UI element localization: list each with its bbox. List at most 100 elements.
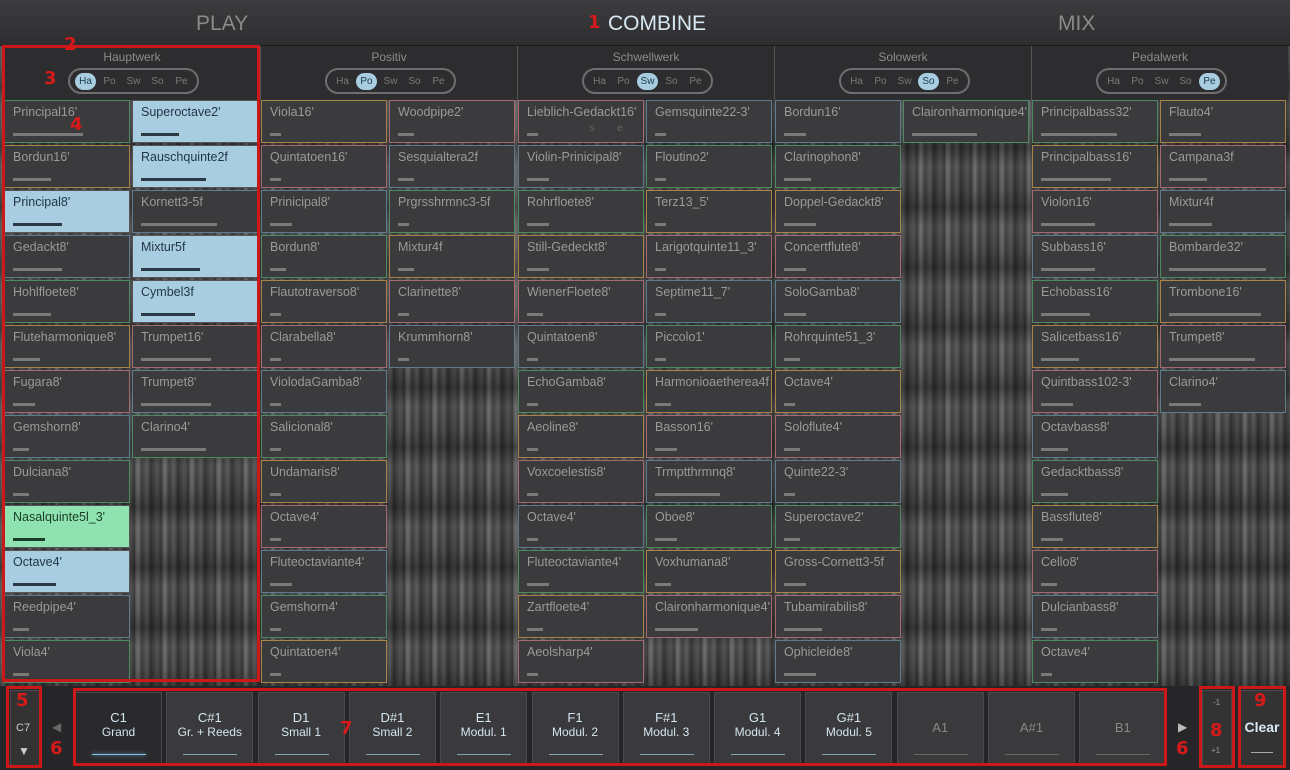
stop-button[interactable]: Octave4': [261, 505, 387, 548]
stop-button[interactable]: Viola16': [261, 100, 387, 143]
stop-button[interactable]: Tubamirabilis8': [775, 595, 901, 638]
stop-button[interactable]: WienerFloete8': [518, 280, 644, 323]
stop-button[interactable]: Larigotquinte11_3': [646, 235, 772, 278]
stop-button[interactable]: Aeoline8': [518, 415, 644, 458]
stop-button[interactable]: Dulcianbass8': [1032, 595, 1158, 638]
stop-button[interactable]: Clarabella8': [261, 325, 387, 368]
stop-button[interactable]: Trmptthrmnq8': [646, 460, 772, 503]
channel-pe[interactable]: Pe: [428, 73, 449, 90]
stop-button[interactable]: Still-Gedeckt8': [518, 235, 644, 278]
channel-po[interactable]: Po: [1127, 73, 1148, 90]
stop-button[interactable]: Oboe8': [646, 505, 772, 548]
stop-button[interactable]: Salicetbass16': [1032, 325, 1158, 368]
stop-button[interactable]: Gemsquinte22-3': [646, 100, 772, 143]
tab-play[interactable]: PLAY: [196, 12, 248, 36]
stop-button[interactable]: Terz13_5': [646, 190, 772, 233]
stop-button[interactable]: ViolodaGamba8': [261, 370, 387, 413]
stop-button[interactable]: Gross-Cornett3-5f: [775, 550, 901, 593]
stop-button[interactable]: Krummhorn8': [389, 325, 515, 368]
stop-button[interactable]: Rohrquinte51_3': [775, 325, 901, 368]
stop-button[interactable]: Clarinophon8': [775, 145, 901, 188]
channel-sw[interactable]: Sw: [1151, 73, 1172, 90]
stop-button[interactable]: Clarino4': [1160, 370, 1286, 413]
tab-combine[interactable]: COMBINE: [608, 12, 706, 36]
channel-pe[interactable]: Pe: [1199, 72, 1220, 90]
stop-button[interactable]: Aeolsharp4': [518, 640, 644, 683]
stop-button[interactable]: Flauto4': [1160, 100, 1286, 143]
stop-button[interactable]: Quintbass102-3': [1032, 370, 1158, 413]
channel-ha[interactable]: Ha: [332, 73, 353, 90]
next-page-icon[interactable]: ▶: [1178, 720, 1187, 734]
stop-button[interactable]: Quintatoen8': [518, 325, 644, 368]
stop-button[interactable]: SoloGamba8': [775, 280, 901, 323]
stop-button[interactable]: Campana3f: [1160, 145, 1286, 188]
stop-button[interactable]: Ophicleide8': [775, 640, 901, 683]
channel-po[interactable]: Po: [613, 73, 634, 90]
stop-button[interactable]: Prinicipal8': [261, 190, 387, 233]
prev-page-icon[interactable]: ◀: [52, 720, 61, 734]
stop-button[interactable]: Lieblich-Gedackt16' s e: [518, 100, 644, 143]
stop-button[interactable]: Floutino2': [646, 145, 772, 188]
stop-button[interactable]: Principalbass32': [1032, 100, 1158, 143]
channel-sw[interactable]: Sw: [637, 72, 658, 90]
stop-button[interactable]: Octave4': [1032, 640, 1158, 683]
stop-button[interactable]: Bordun8': [261, 235, 387, 278]
stop-button[interactable]: Voxcoelestis8': [518, 460, 644, 503]
channel-so[interactable]: So: [404, 73, 425, 90]
tab-mix[interactable]: MIX: [1058, 12, 1095, 36]
stop-button[interactable]: Zartfloete4': [518, 595, 644, 638]
stop-button[interactable]: Octave4': [775, 370, 901, 413]
channel-sw[interactable]: Sw: [894, 73, 915, 90]
channel-ha[interactable]: Ha: [846, 73, 867, 90]
stop-button[interactable]: Bordun16': [775, 100, 901, 143]
stop-button[interactable]: Sesquialtera2f: [389, 145, 515, 188]
stop-button[interactable]: Gemshorn4': [261, 595, 387, 638]
stop-button[interactable]: Mixtur4f: [1160, 190, 1286, 233]
stop-button[interactable]: Claironharmonique4': [646, 595, 772, 638]
stop-button[interactable]: Fluteoctaviante4': [261, 550, 387, 593]
channel-ha[interactable]: Ha: [1103, 73, 1124, 90]
stop-button[interactable]: Violin-Prinicipal8': [518, 145, 644, 188]
stop-button[interactable]: Prgrsshrmnc3-5f: [389, 190, 515, 233]
stop-button[interactable]: Mixtur4f: [389, 235, 515, 278]
stop-button[interactable]: Rohrfloete8': [518, 190, 644, 233]
stop-button[interactable]: Superoctave2': [775, 505, 901, 548]
stop-button[interactable]: Bombarde32': [1160, 235, 1286, 278]
stop-button[interactable]: Trombone16': [1160, 280, 1286, 323]
stop-button[interactable]: Flautotraverso8': [261, 280, 387, 323]
stop-button[interactable]: Woodpipe2': [389, 100, 515, 143]
channel-pe[interactable]: Pe: [942, 73, 963, 90]
stop-button[interactable]: Subbass16': [1032, 235, 1158, 278]
stop-button[interactable]: Clarinette8': [389, 280, 515, 323]
stop-button[interactable]: Piccolo1': [646, 325, 772, 368]
channel-po[interactable]: Po: [870, 73, 891, 90]
channel-so[interactable]: So: [1175, 73, 1196, 90]
stop-button[interactable]: Gedacktbass8': [1032, 460, 1158, 503]
stop-button[interactable]: Octave4': [518, 505, 644, 548]
channel-po[interactable]: Po: [356, 72, 377, 90]
stop-button[interactable]: Cello8': [1032, 550, 1158, 593]
channel-ha[interactable]: Ha: [589, 73, 610, 90]
channel-pe[interactable]: Pe: [685, 73, 706, 90]
stop-button[interactable]: Fluteoctaviante4': [518, 550, 644, 593]
stop-button[interactable]: Principalbass16': [1032, 145, 1158, 188]
stop-button[interactable]: Quintatoen16': [261, 145, 387, 188]
stop-button[interactable]: Basson16': [646, 415, 772, 458]
stop-button[interactable]: Harmonioaetherea4f: [646, 370, 772, 413]
stop-button[interactable]: Soloflute4': [775, 415, 901, 458]
stop-button[interactable]: Claironharmonique4': [903, 100, 1029, 143]
stop-button[interactable]: Salicional8': [261, 415, 387, 458]
stop-button[interactable]: EchoGamba8': [518, 370, 644, 413]
channel-sw[interactable]: Sw: [380, 73, 401, 90]
stop-button[interactable]: Undamaris8': [261, 460, 387, 503]
channel-so[interactable]: So: [661, 73, 682, 90]
stop-button[interactable]: Quintatoen4': [261, 640, 387, 683]
stop-button[interactable]: Quinte22-3': [775, 460, 901, 503]
stop-button[interactable]: Concertflute8': [775, 235, 901, 278]
stop-button[interactable]: Echobass16': [1032, 280, 1158, 323]
stop-button[interactable]: Violon16': [1032, 190, 1158, 233]
channel-so[interactable]: So: [918, 72, 939, 90]
stop-button[interactable]: Doppel-Gedackt8': [775, 190, 901, 233]
stop-button[interactable]: Voxhumana8': [646, 550, 772, 593]
stop-button[interactable]: Trumpet8': [1160, 325, 1286, 368]
